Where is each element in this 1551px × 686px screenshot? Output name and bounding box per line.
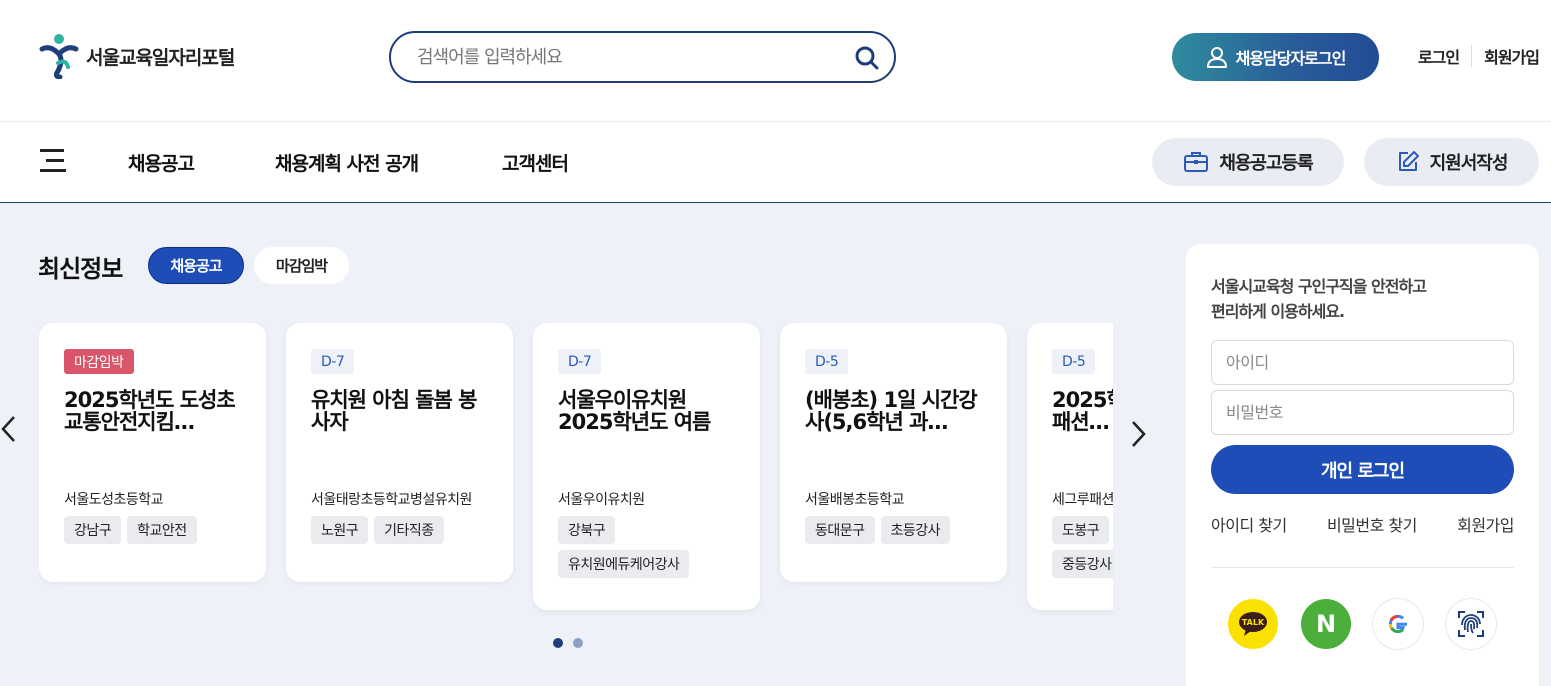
pagination-dot-active[interactable] (553, 638, 563, 648)
signup-link[interactable]: 회원가입 (1484, 44, 1540, 68)
login-message-line: 편리하게 이용하세요. (1211, 302, 1345, 321)
category-tag: 기타직종 (374, 516, 444, 544)
nav-item-customer-center[interactable]: 고객센터 (502, 149, 569, 176)
dday-badge: D-7 (311, 349, 355, 374)
register-job-button[interactable]: 채용공고등록 (1152, 138, 1344, 186)
google-g-icon (1388, 614, 1407, 634)
region-tag: 강남구 (64, 516, 122, 544)
briefcase-icon (1184, 152, 1209, 172)
id-input[interactable] (1211, 340, 1514, 385)
login-message: 서울시교육청 구인구직을 안전하고 편리하게 이용하세요. (1211, 274, 1511, 324)
user-icon (1206, 47, 1227, 68)
search-icon[interactable] (854, 45, 880, 71)
tag-list: 동대문구 초등강사 (805, 516, 985, 544)
logo-icon (39, 34, 79, 79)
job-card-carousel: 마감임박 2025학년도 도성초 교통안전지킴… 서울도성초등학교 강남구 학교… (39, 323, 1113, 623)
closing-soon-badge: 마감임박 (64, 349, 134, 374)
category-tag: 유치원에듀케어강사 (558, 550, 690, 578)
kakao-talk-icon: TALK (1239, 612, 1267, 636)
search-input[interactable] (417, 33, 837, 81)
top-links: 로그인 회원가입 (1418, 44, 1540, 68)
manager-login-button[interactable]: 채용담당자로그인 (1172, 33, 1379, 81)
nav-item-job-posts[interactable]: 채용공고 (128, 149, 195, 176)
write-application-label: 지원서작성 (1429, 153, 1509, 174)
site-logo[interactable]: 서울교육일자리포털 (38, 33, 235, 79)
main-nav: 채용공고 채용계획 사전 공개 고객센터 채용공고등록 지원서작성 (0, 122, 1551, 203)
tab-job-posts[interactable]: 채용공고 (148, 247, 244, 284)
edit-icon (1398, 151, 1419, 171)
job-card[interactable]: D-5 (배봉초) 1일 시간강사(5,6학년 과… 서울배봉초등학교 동대문구… (780, 323, 1007, 582)
naver-label: N (1315, 610, 1337, 638)
tag-list: 강남구 학교안전 (64, 516, 244, 544)
personal-login-button[interactable]: 개인 로그인 (1211, 445, 1514, 494)
region-tag: 동대문구 (805, 516, 875, 544)
manager-login-label: 채용담당자로그인 (1235, 49, 1347, 68)
job-card[interactable]: D-7 서울우이유치원 2025학년도 여름방… 서울우이유치원 강북구 유치원… (533, 323, 760, 610)
job-card[interactable]: D-7 유치원 아침 돌봄 봉사자 서울태랑초등학교병설유치원 노원구 기타직종 (286, 323, 513, 582)
job-title: 유치원 아침 돌봄 봉사자 (311, 389, 478, 433)
region-tag: 강북구 (558, 516, 616, 544)
category-tag: 초등강사 (880, 516, 951, 544)
divider (1471, 45, 1473, 67)
tag-list: 도봉구 중등강사 (1052, 516, 1113, 578)
job-title: 서울우이유치원 2025학년도 여름방… (558, 389, 711, 433)
carousel-pagination (553, 638, 583, 648)
top-header: 서울교육일자리포털 채용담당자로그인 로그인 회원가입 (0, 0, 1551, 122)
nav-item-hiring-plan[interactable]: 채용계획 사전 공개 (275, 149, 419, 176)
school-name: 서울우이유치원 (558, 492, 645, 508)
dday-badge: D-7 (558, 349, 602, 374)
job-title: 2025학년도 세그루패션… (1052, 389, 1113, 433)
region-tag: 노원구 (311, 516, 369, 544)
job-title: (배봉초) 1일 시간강사(5,6학년 과… (805, 389, 978, 433)
next-arrow-icon[interactable] (1129, 419, 1147, 449)
school-name: 세그루패션디자인고등학교 (1052, 492, 1113, 508)
account-links: 아이디 찾기 비밀번호 찾기 회원가입 (1211, 512, 1514, 536)
category-tag: 학교안전 (127, 516, 197, 544)
kakao-login-icon[interactable]: TALK (1228, 599, 1278, 649)
divider (1211, 567, 1514, 568)
region-tag: 도봉구 (1052, 516, 1110, 544)
naver-login-icon[interactable]: N (1301, 599, 1351, 649)
signup-link[interactable]: 회원가입 (1457, 512, 1514, 536)
dday-badge: D-5 (1052, 349, 1096, 374)
pagination-dot[interactable] (573, 638, 583, 648)
job-title: 2025학년도 도성초 교통안전지킴… (64, 389, 236, 433)
latest-info-title: 최신정보 (38, 255, 123, 283)
find-id-link[interactable]: 아이디 찾기 (1211, 512, 1287, 536)
find-password-link[interactable]: 비밀번호 찾기 (1327, 512, 1417, 536)
tag-list: 강북구 유치원에듀케어강사 (558, 516, 738, 578)
school-name: 서울배봉초등학교 (805, 492, 905, 508)
school-name: 서울도성초등학교 (64, 492, 164, 508)
login-link[interactable]: 로그인 (1418, 44, 1460, 68)
prev-arrow-icon[interactable] (0, 414, 18, 444)
biometric-login-icon[interactable] (1446, 599, 1496, 649)
login-message-line: 서울시교육청 구인구직을 안전하고 (1211, 277, 1427, 296)
logo-text: 서울교육일자리포털 (86, 46, 235, 69)
school-name: 서울태랑초등학교병설유치원 (311, 492, 472, 508)
job-card[interactable]: D-5 2025학년도 세그루패션… 세그루패션디자인고등학교 도봉구 중등강사 (1027, 323, 1113, 610)
register-job-label: 채용공고등록 (1219, 153, 1313, 174)
menu-icon[interactable] (40, 147, 68, 173)
category-tag: 중등강사 (1052, 550, 1113, 578)
search-box (389, 31, 896, 83)
fingerprint-icon (1458, 611, 1484, 637)
write-application-button[interactable]: 지원서작성 (1364, 138, 1539, 186)
dday-badge: D-5 (805, 349, 849, 374)
password-input[interactable] (1211, 390, 1514, 435)
login-panel: 서울시교육청 구인구직을 안전하고 편리하게 이용하세요. 개인 로그인 아이디… (1186, 244, 1539, 686)
tab-closing-soon[interactable]: 마감임박 (254, 247, 349, 284)
kakao-label: TALK (1242, 618, 1265, 627)
job-card[interactable]: 마감임박 2025학년도 도성초 교통안전지킴… 서울도성초등학교 강남구 학교… (39, 323, 266, 582)
google-login-icon[interactable] (1373, 599, 1423, 649)
tag-list: 노원구 기타직종 (311, 516, 491, 544)
